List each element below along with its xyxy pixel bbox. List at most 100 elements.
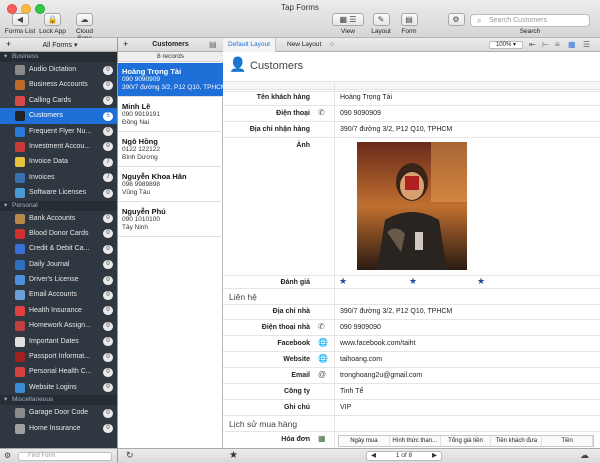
circle-icon[interactable]: ○	[330, 41, 334, 48]
tab-default-layout[interactable]: Default Layout	[223, 38, 276, 52]
sidebar-group-header[interactable]: Personal	[0, 200, 117, 211]
column-header[interactable]: Tiền khách đưa	[491, 436, 543, 446]
align-icon[interactable]: ⊢	[542, 40, 549, 49]
dia-chi-nha-field[interactable]: 390/7 đường 3/2, P12 Q10, TPHCM	[340, 308, 452, 315]
forms-filter-dropdown[interactable]: All Forms ▾	[30, 41, 90, 49]
sidebar-form-item[interactable]: Email Accounts 0	[0, 287, 117, 302]
website-field[interactable]: taihoang.com	[340, 356, 382, 363]
layout-button[interactable]: ✎ Layout	[368, 13, 394, 35]
record-count-badge: 0	[103, 408, 113, 418]
globe-icon[interactable]: 🌐	[318, 354, 328, 363]
at-sign-icon[interactable]: @	[318, 370, 326, 379]
grid-icon[interactable]: ▦	[568, 40, 576, 49]
row-divider	[223, 304, 600, 305]
tab-new-layout[interactable]: New Layout	[282, 38, 326, 52]
align-left-icon[interactable]: ⇤	[529, 40, 536, 49]
column-header[interactable]: Ngày mua	[339, 436, 390, 446]
record-count-badge: 0	[103, 337, 113, 347]
rating-star-2[interactable]: ★	[409, 276, 417, 287]
sidebar-form-item[interactable]: Customers 5	[0, 108, 117, 124]
record-list-item[interactable]: Hoàng Trọng Tài 090 9090909 390/7 đường 3/…	[118, 63, 223, 97]
record-count-badge: 0	[103, 321, 113, 331]
next-record-icon[interactable]: ▶	[432, 452, 437, 460]
column-header[interactable]: Tiền	[542, 436, 593, 446]
row-divider	[223, 91, 600, 92]
sidebar-form-item[interactable]: Audio Dictation 0	[0, 62, 117, 77]
column-header[interactable]: Hình thức than...	[390, 436, 441, 446]
previous-record-icon[interactable]: ◀	[371, 452, 376, 460]
column-header[interactable]: Tổng giá tiền	[441, 436, 492, 446]
email-field[interactable]: tronghoang2u@gmail.com	[340, 372, 422, 379]
find-form-input[interactable]: Find Form	[18, 452, 112, 461]
sidebar-form-item[interactable]: Driver's License 0	[0, 272, 117, 287]
dien-thoai-field[interactable]: 090 9090909	[340, 110, 381, 117]
ten-khach-hang-field[interactable]: Hoàng Trọng Tài	[340, 94, 392, 101]
list-icon[interactable]: ☰	[583, 40, 590, 49]
sidebar-form-item[interactable]: Credit & Debit Ca... 0	[0, 241, 117, 256]
cloud-download-icon[interactable]: ☁	[580, 450, 589, 461]
sidebar-form-item[interactable]: Personal Health C... 0	[0, 364, 117, 379]
row-divider	[223, 351, 600, 352]
record-list-item[interactable]: Minh Lê 090 9919191 Đồng Nai	[118, 98, 223, 132]
record-count-badge: 0	[103, 306, 113, 316]
sidebar-form-item[interactable]: Invoices 7	[0, 170, 117, 185]
sidebar-form-item[interactable]: Health Insurance 0	[0, 303, 117, 318]
refresh-icon[interactable]: ↻	[126, 450, 134, 461]
record-pager[interactable]: ◀ 1 of 8 ▶	[366, 451, 442, 461]
table-icon[interactable]: ▦	[318, 434, 326, 443]
title-bar: Tap Forms ◀ Forms List 🔒 Lock App ☁ Clou…	[0, 0, 600, 42]
sidebar-group-header[interactable]: Miscellaneous	[0, 395, 117, 406]
record-list-item[interactable]: Nguyễn Phú 090 1010100 Tây Ninh	[118, 203, 223, 237]
sidebar-form-item[interactable]: Business Accounts 0	[0, 77, 117, 92]
search-input[interactable]: Search Customers	[470, 14, 590, 27]
dien-thoai-nha-label: Điện thoại nhà	[261, 324, 310, 331]
sidebar-form-item[interactable]: Investment Accou... 0	[0, 139, 117, 154]
globe-icon[interactable]: 🌐	[318, 338, 328, 347]
sidebar-form-item[interactable]: Garage Door Code 0	[0, 405, 117, 420]
customer-photo[interactable]	[357, 142, 467, 270]
facebook-field[interactable]: www.facebook.com/taiht	[340, 340, 415, 347]
sidebar-group-header[interactable]: Business	[0, 52, 117, 62]
ghi-chu-field[interactable]: VIP	[340, 404, 351, 411]
view-switcher[interactable]: ▦ ☰ View	[331, 13, 365, 35]
gear-icon[interactable]: ⚙	[4, 451, 11, 460]
sidebar-form-item[interactable]: Software Licenses 0	[0, 185, 117, 200]
sidebar-form-item[interactable]: Daily Journal 0	[0, 257, 117, 272]
sidebar-form-item[interactable]: Home Insurance 0	[0, 421, 117, 436]
sidebar-form-item[interactable]: Important Dates 0	[0, 334, 117, 349]
forms-list-button[interactable]: ◀ Forms List	[3, 13, 37, 35]
star-icon[interactable]: ★	[229, 450, 238, 461]
dien-thoai-nha-field[interactable]: 090 9909090	[340, 324, 381, 331]
rating-star-3[interactable]: ★	[477, 276, 485, 287]
sidebar-form-item[interactable]: Website Logins 0	[0, 380, 117, 395]
sidebar-form-item[interactable]: Blood Donor Cards 0	[0, 226, 117, 241]
sidebar-form-item[interactable]: Frequent Flyer Nu... 0	[0, 124, 117, 139]
zoom-select[interactable]: 100% ▾	[489, 41, 523, 49]
rating-star-1[interactable]: ★	[339, 276, 347, 287]
form-icon	[15, 352, 25, 363]
sidebar-form-item[interactable]: Passport Informat... 0	[0, 349, 117, 364]
settings-button[interactable]: ⚙	[447, 13, 465, 28]
dia-chi-nhan-hang-field[interactable]: 390/7 đường 3/2, P12 Q10, TPHCM	[340, 126, 452, 133]
document-icon[interactable]: ▤	[209, 40, 217, 49]
record-list-item[interactable]: Nguyễn Khoa Hân 098 9989898 Vũng Tàu	[118, 168, 223, 202]
distribute-icon[interactable]: ≡	[555, 40, 560, 49]
phone-icon[interactable]: ✆	[318, 108, 325, 117]
view-mode-icon: ▦ ☰	[332, 13, 364, 26]
email-label: Email	[291, 372, 310, 379]
hoa-don-table-header[interactable]: Ngày mua Hình thức than... Tổng giá tiền…	[338, 435, 594, 447]
form-button[interactable]: ▤ Form	[397, 13, 421, 35]
phone-icon[interactable]: ✆	[318, 322, 325, 331]
sidebar-form-item[interactable]: Invoice Data 7	[0, 154, 117, 169]
sidebar-form-item[interactable]: Calling Cards 0	[0, 93, 117, 108]
sidebar-form-item[interactable]: Homework Assign... 0	[0, 318, 117, 333]
record-list-item[interactable]: Ngô Hồng 0122 122122 Bình Dương	[118, 133, 223, 167]
cong-ty-field[interactable]: Tinh Tế	[340, 388, 363, 395]
form-icon	[15, 228, 25, 239]
sidebar-form-item[interactable]: Bank Accounts 0	[0, 211, 117, 226]
hoa-don-label: Hóa đơn	[281, 436, 310, 443]
record-detail-panel: Default Layout New Layout ○ 100% ▾ ⇤ ⊢ ≡…	[223, 38, 600, 463]
record-count-badge: 0	[103, 244, 113, 254]
lock-app-button[interactable]: 🔒 Lock App	[37, 13, 68, 35]
add-form-button[interactable]: +	[6, 39, 11, 49]
